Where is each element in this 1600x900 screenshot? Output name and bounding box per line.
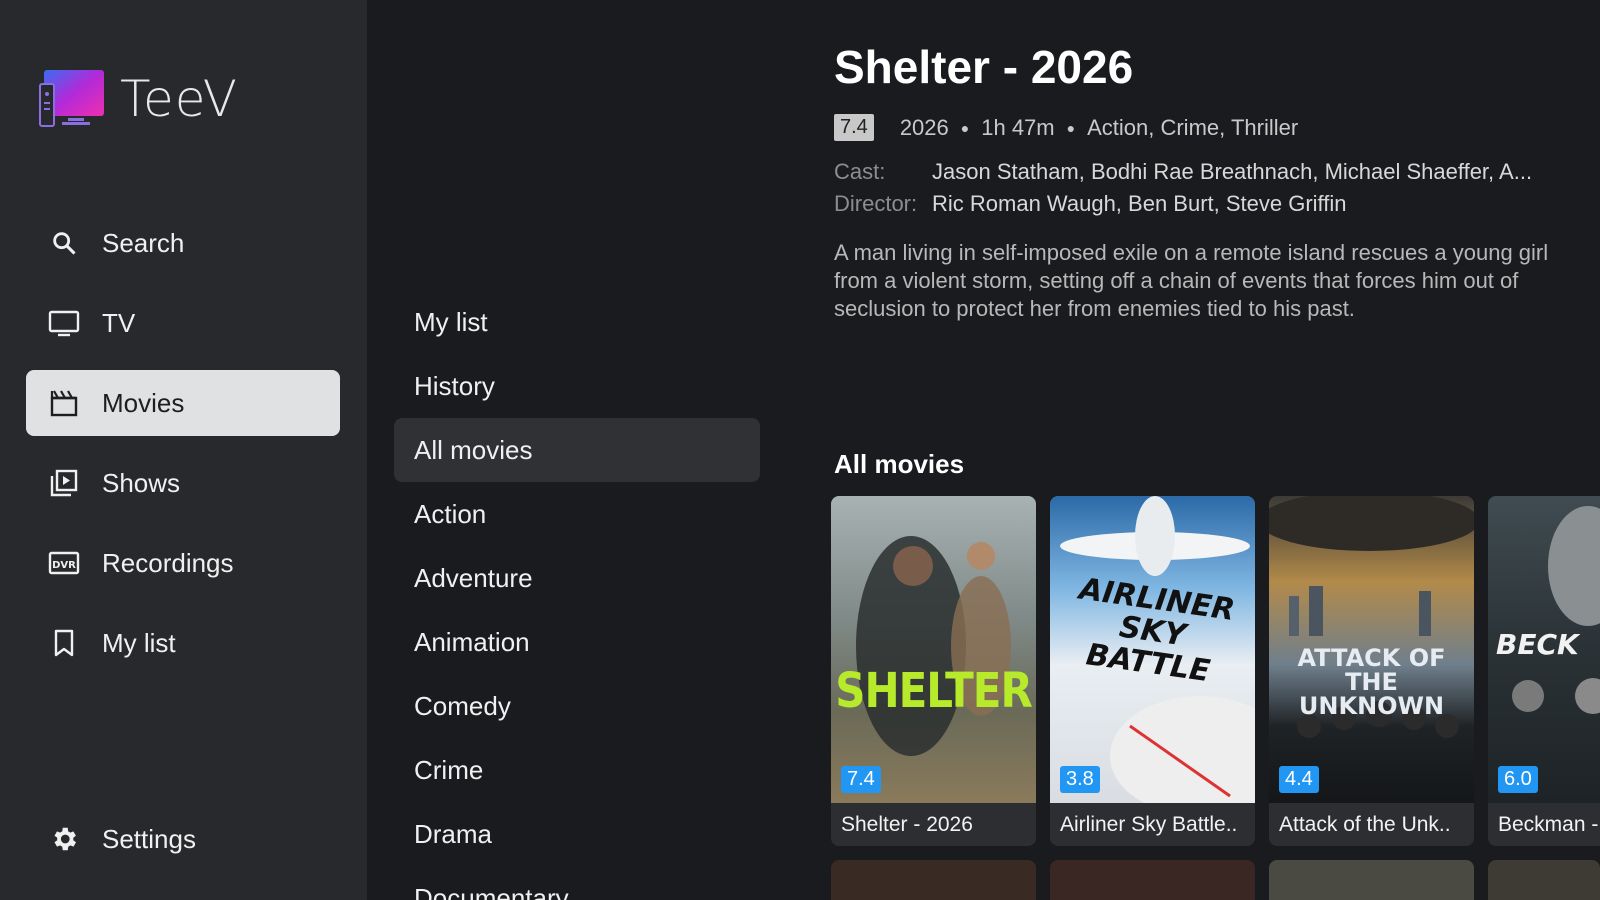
category-drama[interactable]: Drama [394,802,760,866]
nav-item-tv[interactable]: TV [26,290,340,356]
director-row: Director: Ric Roman Waugh, Ben Burt, Ste… [834,191,1564,217]
card-title: Beckman - [1498,812,1599,836]
poster-title-text: BECK [1496,628,1579,661]
cast-label: Cast: [834,159,886,184]
movie-genres: Action, Crime, Thriller [1087,114,1299,140]
movie-poster: ATTACK OF THE UNKNOWN 4.4 [1269,496,1474,803]
rating-badge: 7.4 [841,766,881,793]
cast-row: Cast: Jason Statham, Bodhi Rae Breathnac… [834,159,1564,185]
category-my-list[interactable]: My list [394,290,760,354]
card-title: Airliner Sky Battle.. [1060,812,1238,836]
movie-card[interactable]: SHELTER 7.4 Shelter - 2026 [831,496,1036,846]
category-adventure[interactable]: Adventure [394,546,760,610]
row-title: All movies [834,449,965,479]
category-animation[interactable]: Animation [394,610,760,674]
director-value: Ric Roman Waugh, Ben Burt, Steve Griffin [932,191,1347,216]
category-list: My list History All movies Action Advent… [394,290,760,900]
category-action[interactable]: Action [394,482,760,546]
nav-item-label: Recordings [102,547,234,578]
movie-detail: Shelter - 2026 7.4 2026 ● 1h 47m ● Actio… [834,40,1564,323]
poster-art [856,536,1011,756]
poster-title-text: SHELTER [835,662,1033,719]
app-name: TeeV [120,70,238,128]
movie-card[interactable]: BECK 6.0 Beckman - [1488,496,1600,846]
nav-item-shows[interactable]: Shows [26,450,340,516]
nav-item-label: Movies [102,387,185,418]
category-documentary[interactable]: Documentary [394,866,760,900]
movie-duration: 1h 47m [981,114,1055,140]
rating-badge: 3.8 [1060,766,1100,793]
nav-item-label: TV [102,307,136,338]
rating-badge: 4.4 [1279,766,1319,793]
rating-badge: 6.0 [1498,766,1538,793]
poster-title-text: ATTACK OF THE UNKNOWN [1297,644,1446,720]
settings-label: Settings [102,823,196,854]
movie-poster: AIRLINER SKY BATTLE 3.8 [1050,496,1255,803]
nav-item-movies[interactable]: Movies [26,370,340,436]
tv-icon [48,307,80,339]
movie-card[interactable]: AIRLINER SKY BATTLE 3.8 Airliner Sky Bat… [1050,496,1255,846]
nav-item-search[interactable]: Search [26,210,340,276]
rating-badge: 7.4 [834,114,874,141]
nav-item-label: Search [102,227,185,258]
movie-title: Shelter - 2026 [834,41,1134,93]
app-logo: TeeV [38,66,238,132]
gear-icon [48,823,80,855]
next-row-card [1269,860,1474,900]
dvr-icon: DVR [48,547,80,579]
nav-item-recordings[interactable]: DVR Recordings [26,530,340,596]
movie-poster: SHELTER 7.4 [831,496,1036,803]
card-title: Shelter - 2026 [841,812,973,836]
movie-row: SHELTER 7.4 Shelter - 2026 AIRLINER SKY … [831,496,1600,846]
sidebar: TeeV Search TV Movies Shows DVR Recordin… [0,0,367,900]
movie-poster: BECK 6.0 [1488,496,1600,803]
next-row-card [831,860,1036,900]
svg-text:DVR: DVR [52,560,76,571]
search-icon [48,227,80,259]
nav-item-my-list[interactable]: My list [26,610,340,676]
separator-dot: ● [960,119,970,136]
card-title: Attack of the Unk.. [1279,812,1451,836]
category-crime[interactable]: Crime [394,738,760,802]
movie-synopsis: A man living in self-imposed exile on a … [834,240,1549,321]
next-row-card [1050,860,1255,900]
category-comedy[interactable]: Comedy [394,674,760,738]
bookmark-icon [48,627,80,659]
movie-year: 2026 [899,114,949,140]
nav-item-settings[interactable]: Settings [26,806,340,872]
nav-item-label: My list [102,627,176,658]
movie-meta: 7.4 2026 ● 1h 47m ● Action, Crime, Thril… [834,114,1564,141]
cast-value: Jason Statham, Bodhi Rae Breathnach, Mic… [932,159,1533,184]
clapperboard-icon [48,387,80,419]
next-row-card [1488,860,1600,900]
movie-card[interactable]: ATTACK OF THE UNKNOWN 4.4 Attack of the … [1269,496,1474,846]
director-label: Director: [834,191,918,216]
tv-logo-icon [39,70,104,127]
play-library-icon [48,467,80,499]
nav-item-label: Shows [102,467,181,498]
category-all-movies[interactable]: All movies [394,418,760,482]
main-nav: Search TV Movies Shows DVR Recordings My… [26,210,340,690]
category-history[interactable]: History [394,354,760,418]
separator-dot: ● [1066,119,1076,136]
